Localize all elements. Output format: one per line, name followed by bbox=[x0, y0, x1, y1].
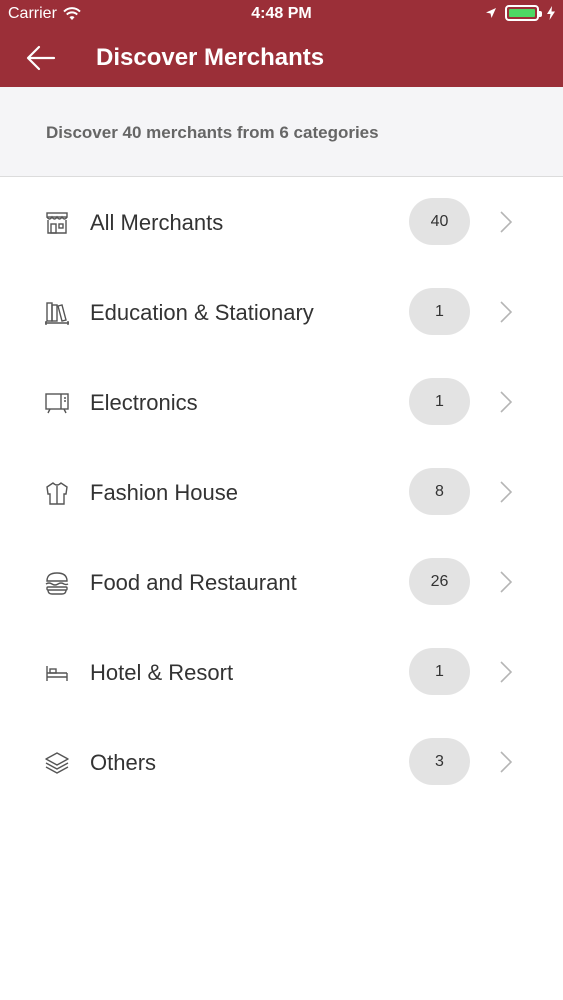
tv-icon bbox=[45, 393, 69, 414]
count-badge: 3 bbox=[409, 738, 470, 785]
chevron-right-icon bbox=[500, 571, 513, 593]
category-row-others[interactable]: Others 3 bbox=[0, 717, 563, 807]
category-label: Education & Stationary bbox=[90, 300, 314, 325]
category-label: Electronics bbox=[90, 390, 198, 415]
count-badge: 26 bbox=[409, 558, 470, 605]
count-badge: 1 bbox=[409, 288, 470, 335]
category-row-food-restaurant[interactable]: Food and Restaurant 26 bbox=[0, 537, 563, 627]
summary-banner: Discover 40 merchants from 6 categories bbox=[0, 87, 563, 177]
back-arrow-icon bbox=[26, 45, 56, 71]
chevron-right-icon bbox=[500, 481, 513, 503]
category-row-education-stationary[interactable]: Education & Stationary 1 bbox=[0, 267, 563, 357]
app-header: Carrier 4:48 PM Discover Merchants bbox=[0, 0, 563, 87]
back-button[interactable] bbox=[22, 40, 60, 76]
count-badge: 8 bbox=[409, 468, 470, 515]
charging-icon bbox=[547, 6, 555, 20]
category-label: Fashion House bbox=[90, 480, 238, 505]
category-label: Hotel & Resort bbox=[90, 660, 234, 685]
location-arrow-icon bbox=[486, 8, 496, 18]
category-label: Others bbox=[90, 750, 157, 775]
page-title: Discover Merchants bbox=[96, 44, 325, 71]
chevron-right-icon bbox=[500, 211, 513, 233]
category-list: All Merchants 40 Education & Stationary … bbox=[0, 177, 563, 807]
status-bar: Carrier 4:48 PM bbox=[0, 0, 563, 30]
battery-icon bbox=[505, 5, 542, 21]
store-icon bbox=[46, 212, 68, 234]
chevron-right-icon bbox=[500, 301, 513, 323]
count-badge: 1 bbox=[409, 378, 470, 425]
category-row-hotel-resort[interactable]: Hotel & Resort 1 bbox=[0, 627, 563, 717]
burger-icon bbox=[45, 572, 69, 595]
shirt-icon bbox=[46, 482, 68, 505]
chevron-right-icon bbox=[500, 661, 513, 683]
status-right bbox=[485, 5, 555, 21]
summary-text: Discover 40 merchants from 6 categories bbox=[46, 123, 379, 142]
category-label: All Merchants bbox=[90, 210, 224, 235]
layers-icon bbox=[45, 752, 69, 774]
category-label: Food and Restaurant bbox=[90, 570, 297, 595]
chevron-right-icon bbox=[500, 391, 513, 413]
category-row-all-merchants[interactable]: All Merchants 40 bbox=[0, 177, 563, 267]
nav-bar: Discover Merchants bbox=[0, 30, 563, 87]
count-badge: 40 bbox=[409, 198, 470, 245]
count-badge: 1 bbox=[409, 648, 470, 695]
category-row-fashion-house[interactable]: Fashion House 8 bbox=[0, 447, 563, 537]
books-icon bbox=[45, 302, 69, 325]
bed-icon bbox=[46, 666, 68, 681]
status-time: 4:48 PM bbox=[251, 5, 312, 22]
category-row-electronics[interactable]: Electronics 1 bbox=[0, 357, 563, 447]
chevron-right-icon bbox=[500, 751, 513, 773]
